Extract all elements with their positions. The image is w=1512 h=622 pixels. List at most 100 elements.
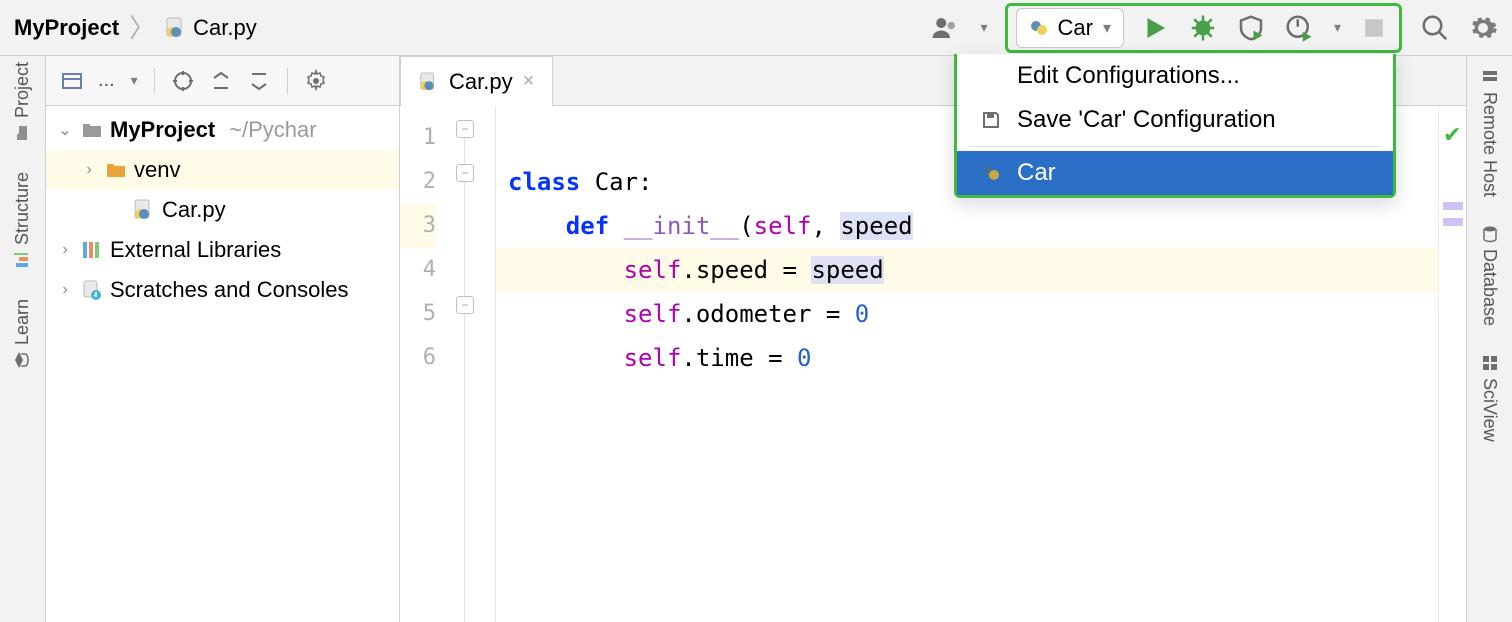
stop-button [1359, 13, 1389, 43]
chevron-right-icon: › [56, 241, 74, 259]
tool-label: Database [1479, 249, 1500, 326]
fold-icon[interactable]: − [456, 120, 474, 138]
fold-icon[interactable]: − [456, 164, 474, 182]
gear-icon[interactable] [1468, 13, 1498, 43]
tool-sciview[interactable]: SciView [1479, 354, 1500, 442]
close-icon[interactable]: × [523, 70, 535, 93]
tree-scratches[interactable]: › Scratches and Consoles [46, 270, 399, 310]
search-icon[interactable] [1420, 13, 1450, 43]
breadcrumb-file-label: Car.py [193, 15, 257, 41]
right-tool-strip: Remote Host Database SciView [1466, 56, 1512, 622]
navigation-bar: MyProject 〉 Car.py ▾ Car ▾ [0, 0, 1512, 56]
marker[interactable] [1443, 202, 1463, 210]
tool-label: Remote Host [1479, 92, 1500, 197]
debug-button[interactable] [1188, 13, 1218, 43]
remote-icon [1481, 68, 1499, 86]
dropdown-save-configuration[interactable]: Save 'Car' Configuration [957, 98, 1393, 142]
check-icon: ✔ [1443, 122, 1461, 148]
tree-root[interactable]: ⌄ MyProject ~/Pychar [46, 110, 399, 150]
dropdown-label: Save 'Car' Configuration [1017, 106, 1276, 134]
expand-all-icon[interactable] [209, 69, 233, 93]
divider [287, 68, 288, 94]
breadcrumb: MyProject 〉 Car.py [14, 15, 257, 41]
dropdown-separator [969, 146, 1381, 147]
line-number: 1 [400, 116, 436, 160]
project-toolbar: ... ▾ [46, 56, 399, 106]
chevron-down-icon: ⌄ [56, 120, 74, 140]
chevron-down-icon[interactable]: ▾ [980, 19, 987, 36]
tree-file-car[interactable]: Car.py [46, 190, 399, 230]
folder-icon [104, 159, 128, 181]
sciview-icon [1481, 354, 1499, 372]
run-config-selector[interactable]: Car ▾ [1016, 8, 1123, 48]
breadcrumb-file[interactable]: Car.py [165, 15, 257, 41]
editor-indicator-column: ✔ [1438, 106, 1466, 622]
database-icon [1481, 225, 1499, 243]
fold-icon[interactable]: − [456, 296, 474, 314]
tree-label: venv [134, 157, 180, 183]
chevron-down-icon[interactable]: ▾ [131, 72, 138, 89]
editor-gutter: 1 2 3 4 5 6 [400, 106, 446, 622]
profile-button[interactable] [1284, 13, 1314, 43]
project-panel: ... ▾ ⌄ MyProject [46, 56, 400, 622]
tree-venv[interactable]: › venv [46, 150, 399, 190]
chevron-down-icon[interactable]: ▾ [1334, 19, 1341, 36]
tree-label: Car.py [162, 197, 226, 223]
run-config-dropdown: Edit Configurations... Save 'Car' Config… [954, 54, 1396, 198]
tool-label: SciView [1479, 378, 1500, 442]
tool-remote-host[interactable]: Remote Host [1479, 68, 1500, 197]
tab-label: Car.py [449, 69, 513, 95]
line-number: 3 [400, 204, 436, 248]
tree-external-libraries[interactable]: › External Libraries [46, 230, 399, 270]
dropdown-config-car[interactable]: Car [957, 151, 1393, 195]
breadcrumb-project[interactable]: MyProject [14, 15, 119, 41]
tree-label: Scratches and Consoles [110, 277, 348, 303]
tool-database[interactable]: Database [1479, 225, 1500, 326]
run-button[interactable] [1140, 13, 1170, 43]
learn-icon [14, 351, 32, 369]
tool-learn[interactable]: Learn [12, 299, 33, 369]
gear-icon[interactable] [304, 69, 328, 93]
tree-path: ~/Pychar [229, 117, 316, 143]
collapse-all-icon[interactable] [247, 69, 271, 93]
marker[interactable] [1443, 218, 1463, 226]
python-file-icon [419, 72, 439, 92]
libraries-icon [80, 239, 104, 261]
line-number: 5 [400, 292, 436, 336]
project-tree: ⌄ MyProject ~/Pychar › venv Car.py [46, 106, 399, 314]
tab-car-py[interactable]: Car.py × [400, 56, 553, 106]
folder-icon [80, 119, 104, 141]
tree-label: MyProject [110, 117, 215, 143]
tool-label: Project [12, 62, 33, 118]
run-config-label: Car [1057, 15, 1092, 41]
dropdown-label: Car [1017, 159, 1056, 187]
left-tool-strip: Project Structure Learn [0, 56, 46, 622]
tree-label: External Libraries [110, 237, 281, 263]
project-view-label[interactable]: ... [98, 69, 115, 92]
locate-icon[interactable] [171, 69, 195, 93]
structure-icon [14, 251, 32, 269]
run-toolbar-highlight: Car ▾ ▾ [1005, 3, 1402, 53]
python-file-icon [165, 17, 187, 39]
save-icon [979, 110, 1003, 130]
chevron-right-icon: › [80, 161, 98, 179]
dropdown-edit-configurations[interactable]: Edit Configurations... [957, 54, 1393, 98]
coverage-button[interactable] [1236, 13, 1266, 43]
line-number: 4 [400, 248, 436, 292]
python-icon [979, 163, 1003, 183]
user-icon[interactable] [930, 13, 960, 43]
chevron-right-icon: › [56, 281, 74, 299]
divider [154, 68, 155, 94]
folder-icon [14, 124, 32, 142]
project-view-icon[interactable] [60, 69, 84, 93]
python-file-icon [132, 199, 156, 221]
tool-structure[interactable]: Structure [12, 172, 33, 269]
tool-label: Structure [12, 172, 33, 245]
fold-strip: − − − [446, 106, 496, 622]
chevron-right-icon: 〉 [125, 15, 159, 41]
scratches-icon [80, 279, 104, 301]
run-actions: ▾ [1140, 13, 1389, 43]
tool-project[interactable]: Project [12, 62, 33, 142]
python-icon [1029, 18, 1049, 38]
line-number: 2 [400, 160, 436, 204]
